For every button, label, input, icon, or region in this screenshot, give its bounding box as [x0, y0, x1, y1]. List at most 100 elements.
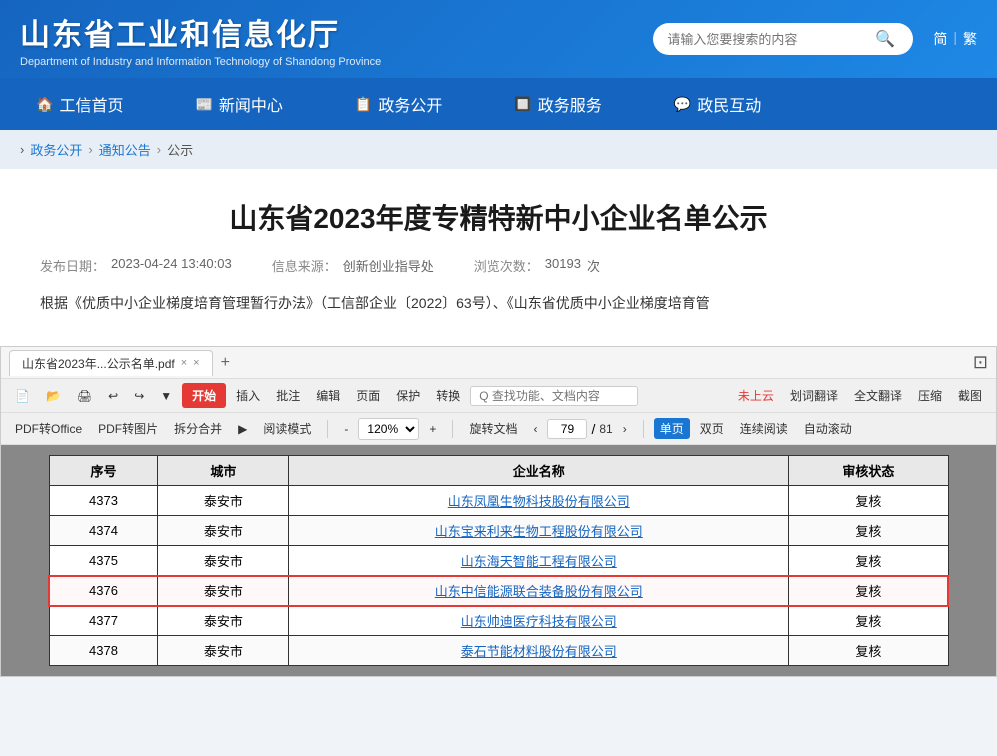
toolbar-redo[interactable]: ↪ — [128, 386, 150, 406]
pdf-to-office[interactable]: PDF转Office — [9, 417, 88, 440]
view-single[interactable]: 单页 — [654, 418, 690, 439]
toolbar-print[interactable]: 🖨 — [71, 386, 98, 406]
logo-title: 山东省工业和信息化厅 — [20, 10, 381, 54]
col-header-company: 企业名称 — [289, 456, 789, 486]
nav-item-gov-service[interactable]: 🔲 政务服务 — [478, 78, 637, 130]
table-row: 4378泰安市泰石节能材料股份有限公司复核 — [49, 636, 948, 666]
page-input[interactable]: 79 — [547, 419, 587, 439]
cell-company[interactable]: 山东中信能源联合装备股份有限公司 — [289, 576, 789, 606]
cell-id: 4374 — [49, 516, 158, 546]
cell-company[interactable]: 山东凤凰生物科技股份有限公司 — [289, 486, 789, 516]
toolbar-file-icon[interactable]: 📄 — [9, 386, 36, 406]
cell-status: 复核 — [789, 546, 948, 576]
toolbar-annotate[interactable]: 批注 — [270, 384, 306, 407]
table-row: 4376泰安市山东中信能源联合装备股份有限公司复核 — [49, 576, 948, 606]
lang-simple[interactable]: 简 — [933, 29, 947, 49]
publish-label: 发布日期： — [40, 256, 105, 275]
search-bar[interactable]: 🔍 — [653, 23, 913, 55]
pdf-to-img[interactable]: PDF转图片 — [92, 417, 164, 440]
split-merge[interactable]: 拆分合并 — [168, 417, 228, 440]
nav-item-interaction[interactable]: 💬 政民互动 — [638, 78, 797, 130]
pdf-tab-icon: × — [193, 357, 199, 369]
zoom-out[interactable]: - — [338, 419, 354, 439]
toolbar-search-box[interactable] — [470, 386, 638, 406]
cell-company[interactable]: 山东帅迪医疗科技有限公司 — [289, 606, 789, 636]
views-label: 浏览次数： — [474, 256, 539, 275]
toolbar-right: 未上云 划词翻译 全文翻译 压缩 截图 — [732, 384, 988, 407]
view-double[interactable]: 双页 — [694, 417, 730, 440]
cell-id: 4376 — [49, 576, 158, 606]
cell-company[interactable]: 泰石节能材料股份有限公司 — [289, 636, 789, 666]
cell-status: 复核 — [789, 606, 948, 636]
zoom-select[interactable]: 120% 100% 150% — [358, 418, 419, 440]
pdf-tab-active[interactable]: 山东省2023年...公示名单.pdf × × — [9, 350, 213, 376]
views-count: 30193 — [545, 256, 581, 275]
breadcrumb-sep1: › — [20, 142, 24, 157]
table-row: 4375泰安市山东海天智能工程有限公司复核 — [49, 546, 948, 576]
read-mode[interactable]: 阅读模式 — [257, 417, 317, 440]
cell-status: 复核 — [789, 636, 948, 666]
meta-source: 信息来源： 创新创业指导处 — [272, 256, 434, 275]
breadcrumb-notice[interactable]: 通知公告 — [99, 140, 151, 159]
view-auto-scroll[interactable]: 自动滚动 — [798, 417, 858, 440]
company-table: 序号 城市 企业名称 审核状态 4373泰安市山东凤凰生物科技股份有限公司复核4… — [49, 455, 949, 666]
pdf-tab-label: 山东省2023年...公示名单.pdf — [22, 355, 175, 372]
nav-label-home: 工信首页 — [59, 92, 123, 116]
breadcrumb-sep3: › — [157, 142, 161, 157]
toolbar-edit[interactable]: 编辑 — [310, 384, 346, 407]
cell-company[interactable]: 山东海天智能工程有限公司 — [289, 546, 789, 576]
nav-item-news[interactable]: 📰 新闻中心 — [159, 78, 318, 130]
cell-city: 泰安市 — [158, 636, 289, 666]
play-btn[interactable]: ▶ — [232, 419, 253, 439]
pdf-tab-add[interactable]: + — [221, 354, 230, 372]
toolbar-open[interactable]: 📂 — [40, 386, 67, 406]
toolbar-compress[interactable]: 压缩 — [912, 384, 948, 407]
cell-city: 泰安市 — [158, 606, 289, 636]
lang-traditional[interactable]: 繁 — [963, 29, 977, 49]
pdf-viewer: 山东省2023年...公示名单.pdf × × + ⊡ 📄 📂 🖨 ↩ ↪ ▼ … — [0, 346, 997, 677]
toolbar-page[interactable]: 页面 — [350, 384, 386, 407]
toolbar-protect[interactable]: 保护 — [390, 384, 426, 407]
nav-label-news: 新闻中心 — [219, 92, 283, 116]
lang-divider: | — [953, 29, 957, 49]
search-input[interactable] — [667, 32, 867, 47]
site-header: 山东省工业和信息化厅 Department of Industry and In… — [0, 0, 997, 78]
cell-id: 4378 — [49, 636, 158, 666]
breadcrumb-sep2: › — [88, 142, 92, 157]
col-header-city: 城市 — [158, 456, 289, 486]
toolbar-convert[interactable]: 转换 — [430, 384, 466, 407]
toolbar-arrow[interactable]: ▼ — [154, 386, 178, 406]
rotate-doc[interactable]: 旋转文档 — [463, 417, 523, 440]
nav-item-home[interactable]: 🏠 工信首页 — [0, 78, 159, 130]
pdf-tab-close[interactable]: × — [181, 357, 187, 369]
pdf-page: 序号 城市 企业名称 审核状态 4373泰安市山东凤凰生物科技股份有限公司复核4… — [49, 455, 949, 666]
search-icon[interactable]: 🔍 — [875, 29, 895, 49]
table-row: 4374泰安市山东宝来利来生物工程股份有限公司复核 — [49, 516, 948, 546]
toolbar-not-uploaded[interactable]: 未上云 — [732, 384, 780, 407]
toolbar-start[interactable]: 开始 — [182, 383, 226, 408]
toolbar-full-translate[interactable]: 全文翻译 — [848, 384, 908, 407]
page-next[interactable]: › — [617, 419, 633, 439]
zoom-in[interactable]: + — [423, 419, 442, 439]
breadcrumb-gov-open[interactable]: 政务公开 — [30, 140, 82, 159]
source-label: 信息来源： — [272, 256, 337, 275]
table-row: 4373泰安市山东凤凰生物科技股份有限公司复核 — [49, 486, 948, 516]
cell-company[interactable]: 山东宝来利来生物工程股份有限公司 — [289, 516, 789, 546]
source-value: 创新创业指导处 — [343, 256, 434, 275]
nav-item-gov-open[interactable]: 📋 政务公开 — [319, 78, 478, 130]
cell-city: 泰安市 — [158, 516, 289, 546]
toolbar-word-translate[interactable]: 划词翻译 — [784, 384, 844, 407]
toolbar-screenshot[interactable]: 截图 — [952, 384, 988, 407]
toolbar-insert[interactable]: 插入 — [230, 384, 266, 407]
view-mode-group: 单页 双页 连续阅读 自动滚动 — [654, 417, 858, 440]
view-continuous[interactable]: 连续阅读 — [734, 417, 794, 440]
toolbar-undo[interactable]: ↩ — [102, 386, 124, 406]
page-prev[interactable]: ‹ — [527, 419, 543, 439]
toolbar-sep3 — [643, 420, 644, 438]
toolbar-sep1 — [327, 420, 328, 438]
pdf-content: 序号 城市 企业名称 审核状态 4373泰安市山东凤凰生物科技股份有限公司复核4… — [1, 445, 996, 676]
home-icon: 🏠 — [36, 96, 53, 113]
col-header-status: 审核状态 — [789, 456, 948, 486]
toolbar-search-input[interactable] — [479, 389, 629, 403]
page-title: 山东省2023年度专精特新中小企业名单公示 — [40, 199, 957, 238]
